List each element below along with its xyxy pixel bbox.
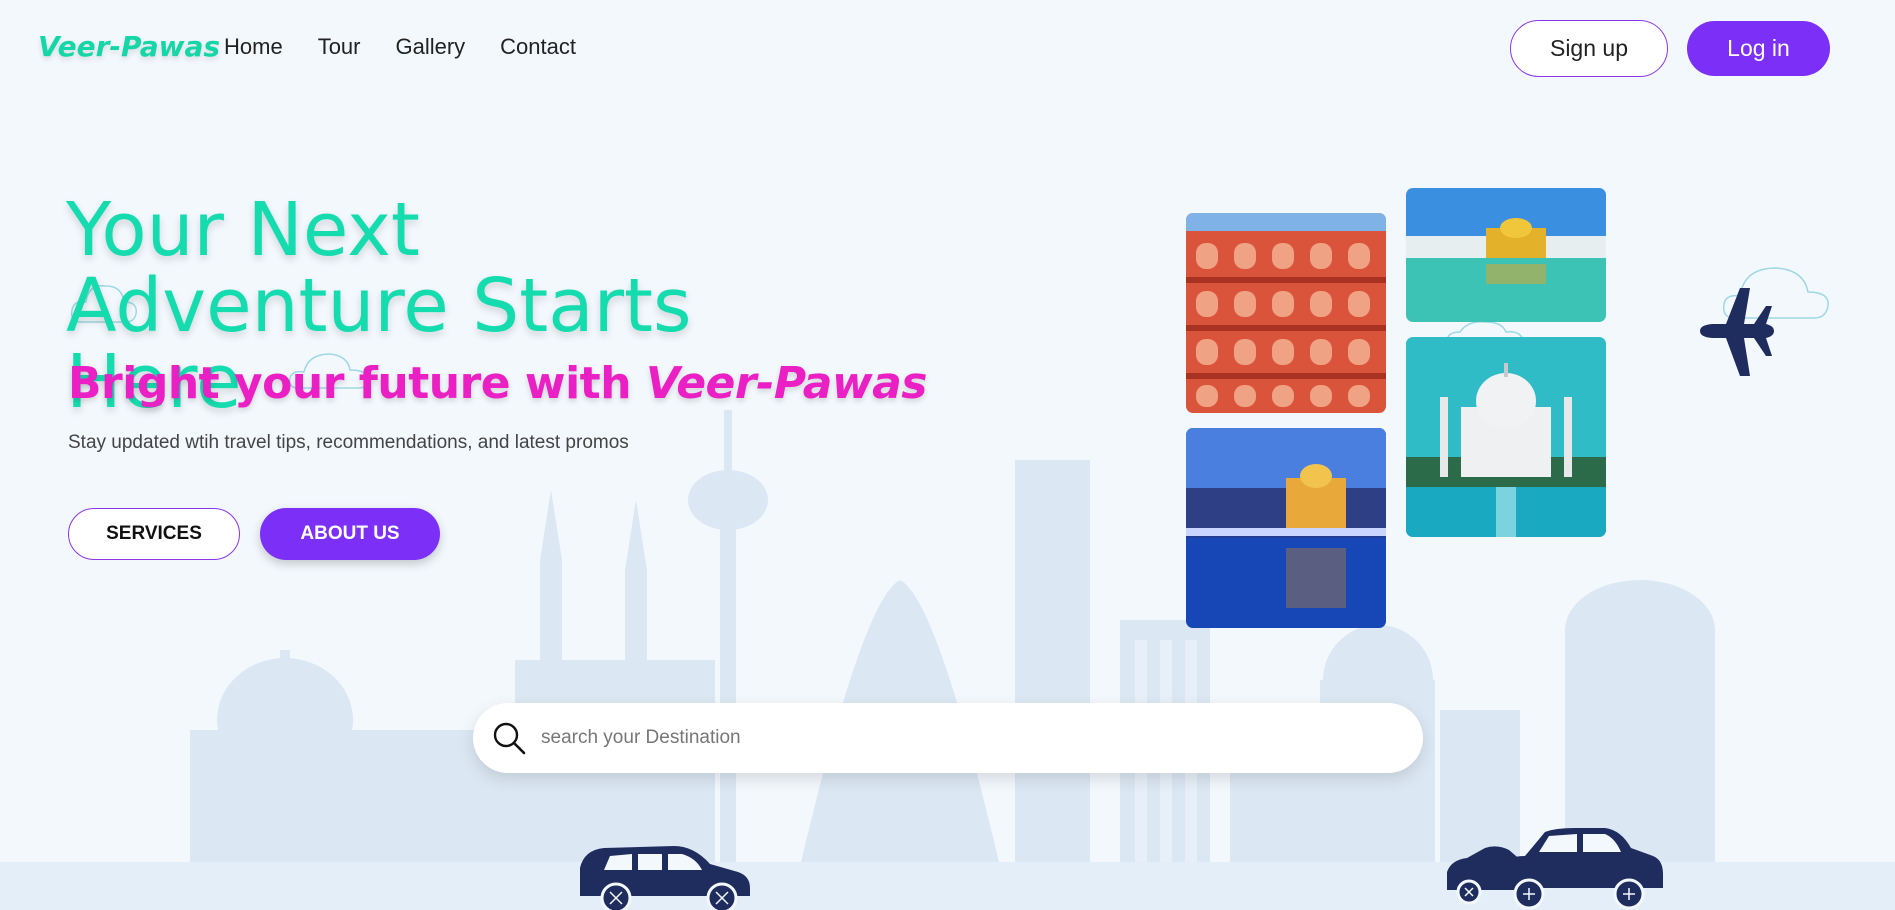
nav-link-tour[interactable]: Tour <box>318 34 361 60</box>
hero-subtitle-prefix: Bright your future with <box>68 358 646 409</box>
destination-search-input[interactable] <box>541 717 1391 759</box>
airplane-icon <box>1700 288 1880 376</box>
golden-temple-night-image[interactable] <box>1186 428 1386 628</box>
search-icon[interactable] <box>491 720 527 756</box>
nav-link-contact[interactable]: Contact <box>500 34 576 60</box>
hawa-mahal-image[interactable] <box>1186 213 1386 413</box>
signup-button[interactable]: Sign up <box>1510 20 1668 77</box>
hero-subtitle-brand: Veer-Pawas <box>645 358 928 409</box>
taj-mahal-image[interactable] <box>1406 337 1606 537</box>
nav-link-gallery[interactable]: Gallery <box>395 34 465 60</box>
nav-link-home[interactable]: Home <box>224 34 283 60</box>
brand-logo[interactable]: Veer-Pawas <box>38 30 220 63</box>
hatchback-car-icon <box>580 846 750 910</box>
login-button[interactable]: Log in <box>1687 21 1830 76</box>
golden-temple-day-image[interactable] <box>1406 188 1606 322</box>
hero-description: Stay updated wtih travel tips, recommend… <box>68 432 629 453</box>
services-button[interactable]: SERVICES <box>68 508 240 560</box>
about-us-button[interactable]: ABOUT US <box>260 508 440 560</box>
hero-subtitle: Bright your future with Veer-Pawas <box>68 358 928 409</box>
nav-links: Home Tour Gallery Contact <box>224 34 576 60</box>
navbar: Veer-Pawas Home Tour Gallery Contact Sig… <box>0 0 1895 100</box>
cars-group-icon <box>1447 828 1663 910</box>
destination-search-bar[interactable] <box>473 703 1423 773</box>
